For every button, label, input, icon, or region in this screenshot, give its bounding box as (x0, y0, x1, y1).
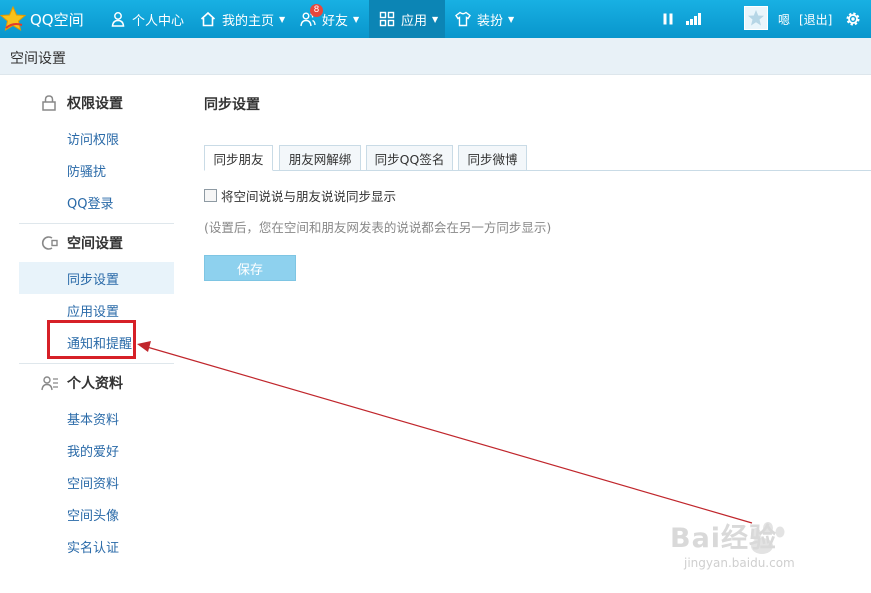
lock-icon (42, 95, 56, 111)
signal-stats-button[interactable] (683, 8, 705, 30)
nav-decorate[interactable]: 装扮 ▼ (455, 0, 514, 38)
sync-hint-text: (设置后，您在空间和朋友网发表的说说都会在另一方同步显示) (204, 220, 552, 235)
sync-checkbox[interactable] (204, 188, 217, 202)
profile-icon (41, 376, 58, 391)
sync-shuoshuo-option[interactable]: 将空间说说与朋友说说同步显示 (204, 187, 397, 204)
caret-down-icon: ▼ (353, 14, 360, 24)
avatar[interactable] (744, 6, 768, 30)
username[interactable]: 嗯 (778, 0, 790, 38)
logout-link[interactable]: [退出] (799, 0, 832, 38)
friends-badge: 8 (310, 4, 323, 17)
checkbox-label: 将空间说说与朋友说说同步显示 (221, 188, 397, 204)
apps-grid-icon (379, 11, 395, 27)
top-nav-bar: QQ空间 个人中心 我的主页 ▼ 8 好友 ▼ 应用 ▼ 装扮 ▼ 嗯 [退出] (0, 0, 871, 38)
sidebar-group-permissions: 权限设置 (19, 84, 174, 122)
pause-icon (663, 13, 673, 25)
sidebar-group-title: 空间设置 (67, 236, 123, 252)
sidebar-group-space-settings: 空间设置 (19, 224, 174, 262)
signal-bars-icon (686, 13, 701, 25)
nav-label: 我的主页 (222, 13, 275, 29)
qzone-logo[interactable]: QQ空间 (0, 4, 84, 34)
nav-label: 好友 (322, 13, 349, 29)
sidebar-item-real-name-auth[interactable]: 实名认证 (19, 530, 174, 562)
sidebar-item-access-permission[interactable]: 访问权限 (19, 122, 174, 154)
section-title: 同步设置 (204, 97, 260, 113)
sidebar-item-basic-info[interactable]: 基本资料 (19, 402, 174, 434)
tshirt-icon (455, 11, 471, 27)
pause-music-button[interactable] (657, 8, 679, 30)
nav-friends[interactable]: 8 好友 ▼ (300, 0, 359, 38)
sidebar-group-title: 权限设置 (67, 96, 123, 112)
nav-label: 装扮 (477, 13, 504, 29)
highlight-annotation-box (47, 320, 136, 359)
sidebar-item-qq-login[interactable]: QQ登录 (19, 186, 174, 218)
caret-down-icon: ▼ (432, 14, 439, 24)
gear-icon[interactable] (844, 10, 862, 28)
sidebar-item-sync-settings[interactable]: 同步设置 (19, 262, 174, 294)
watermark-brand: Bai经验 (670, 523, 778, 554)
save-button[interactable]: 保存 (204, 255, 296, 281)
sidebar-item-space-avatar[interactable]: 空间头像 (19, 498, 174, 530)
tab-sync-pengyou[interactable]: 同步朋友 (204, 145, 273, 171)
logo-text: QQ空间 (30, 10, 84, 29)
user-icon (111, 12, 125, 27)
watermark-url: jingyan.baidu.com (684, 556, 795, 570)
nav-apps[interactable]: 应用 ▼ (369, 0, 445, 38)
page-title-bar: 空间设置 (0, 38, 871, 75)
home-icon (200, 11, 216, 27)
avatar-star-icon (748, 10, 764, 26)
tab-pengyou-unbind[interactable]: 朋友网解绑 (279, 145, 361, 171)
sidebar-item-space-info[interactable]: 空间资料 (19, 466, 174, 498)
tab-sync-weibo[interactable]: 同步微博 (458, 145, 527, 171)
nav-my-homepage[interactable]: 我的主页 ▼ (200, 0, 285, 38)
sidebar-group-profile: 个人资料 (19, 364, 174, 402)
caret-down-icon: ▼ (279, 14, 286, 24)
star-logo-icon (0, 6, 26, 32)
nav-label: 个人中心 (132, 13, 185, 29)
tab-sync-qq-signature[interactable]: 同步QQ签名 (366, 145, 453, 171)
sidebar-item-anti-harassment[interactable]: 防骚扰 (19, 154, 174, 186)
page-title: 空间设置 (10, 51, 66, 67)
settings-plug-icon (41, 236, 58, 250)
nav-personal-center[interactable]: 个人中心 (110, 0, 184, 38)
sidebar-item-hobbies[interactable]: 我的爱好 (19, 434, 174, 466)
caret-down-icon: ▼ (508, 14, 515, 24)
nav-label: 应用 (401, 13, 428, 29)
sidebar-group-title: 个人资料 (67, 376, 123, 392)
